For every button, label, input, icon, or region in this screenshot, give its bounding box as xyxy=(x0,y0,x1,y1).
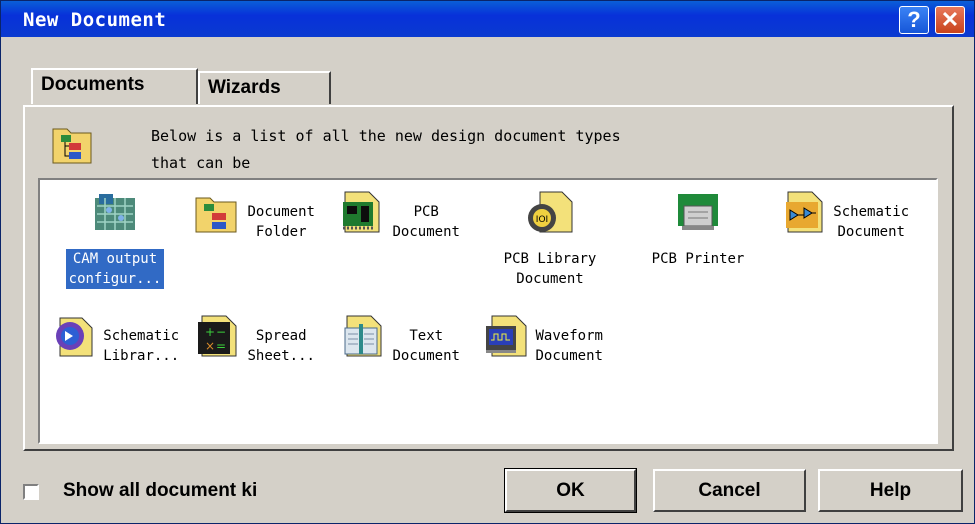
description-line-1: Below is a list of all the new design do… xyxy=(151,127,621,145)
list-item-label: Document Folder xyxy=(247,204,315,240)
text-document-icon xyxy=(344,315,382,357)
description-text: Below is a list of all the new design do… xyxy=(151,123,621,177)
list-item-pcb-printer[interactable]: PCB Printer xyxy=(628,188,768,269)
list-item-label: Spread Sheet... xyxy=(247,328,315,364)
list-item-label: CAM output configur... xyxy=(65,249,165,289)
list-item-pcb-library[interactable]: IOI PCB Library Document xyxy=(480,188,620,289)
cam-output-icon xyxy=(95,194,135,230)
list-item-text-document[interactable]: Text Document xyxy=(330,312,470,366)
ok-button[interactable]: OK xyxy=(504,468,637,513)
list-item-label: PCB Document xyxy=(392,204,460,240)
list-item-label: PCB Library Document xyxy=(503,251,597,287)
pcb-document-icon xyxy=(343,191,380,233)
pcb-printer-icon xyxy=(678,194,718,230)
list-item-label: Schematic Document xyxy=(833,204,910,240)
document-type-list[interactable]: CAM output configur... Document Folder P… xyxy=(38,178,938,444)
show-all-checkbox[interactable] xyxy=(23,484,39,500)
list-item-schematic-library[interactable]: Schematic Librar... xyxy=(45,312,185,366)
list-item-pcb-document[interactable]: PCB Document xyxy=(330,188,470,242)
cancel-button[interactable]: Cancel xyxy=(653,469,806,512)
show-all-label[interactable]: Show all document ki xyxy=(63,480,341,502)
svg-text:×: × xyxy=(205,339,215,353)
list-item-document-folder[interactable]: Document Folder xyxy=(185,188,325,242)
new-document-dialog: New Document ? ✕ Documents Wizards Below… xyxy=(0,0,975,524)
help-button[interactable]: Help xyxy=(818,469,963,512)
svg-text:−: − xyxy=(216,325,226,339)
schematic-document-icon xyxy=(785,191,823,233)
spreadsheet-icon: + − × = xyxy=(198,315,237,357)
pcb-library-icon: IOI xyxy=(528,191,573,233)
list-item-cam-output[interactable]: CAM output configur... xyxy=(45,188,185,289)
tab-documents[interactable]: Documents xyxy=(31,68,198,104)
list-item-schematic-document[interactable]: Schematic Document xyxy=(775,188,915,242)
title-bar[interactable]: New Document ? ✕ xyxy=(1,1,974,37)
list-item-spreadsheet[interactable]: + − × = Spread Sheet... xyxy=(185,312,325,366)
list-item-waveform[interactable]: Waveform Document xyxy=(473,312,613,366)
description-line-2: that can be xyxy=(151,154,251,172)
list-item-label: Text Document xyxy=(392,328,460,364)
list-item-label: Waveform Document xyxy=(535,328,603,364)
svg-text:+: + xyxy=(205,325,215,339)
svg-text:=: = xyxy=(216,339,226,353)
tab-wizards[interactable]: Wizards xyxy=(198,71,331,104)
schematic-library-icon xyxy=(55,317,93,357)
document-folder-icon xyxy=(52,128,92,164)
waveform-icon xyxy=(486,315,527,357)
help-title-button[interactable]: ? xyxy=(899,6,929,34)
svg-text:IOI: IOI xyxy=(536,215,548,225)
list-item-label: Schematic Librar... xyxy=(103,328,180,364)
document-folder-icon xyxy=(195,197,237,233)
list-item-label: PCB Printer xyxy=(651,251,745,267)
close-button[interactable]: ✕ xyxy=(935,6,965,34)
window-title: New Document xyxy=(23,9,167,31)
